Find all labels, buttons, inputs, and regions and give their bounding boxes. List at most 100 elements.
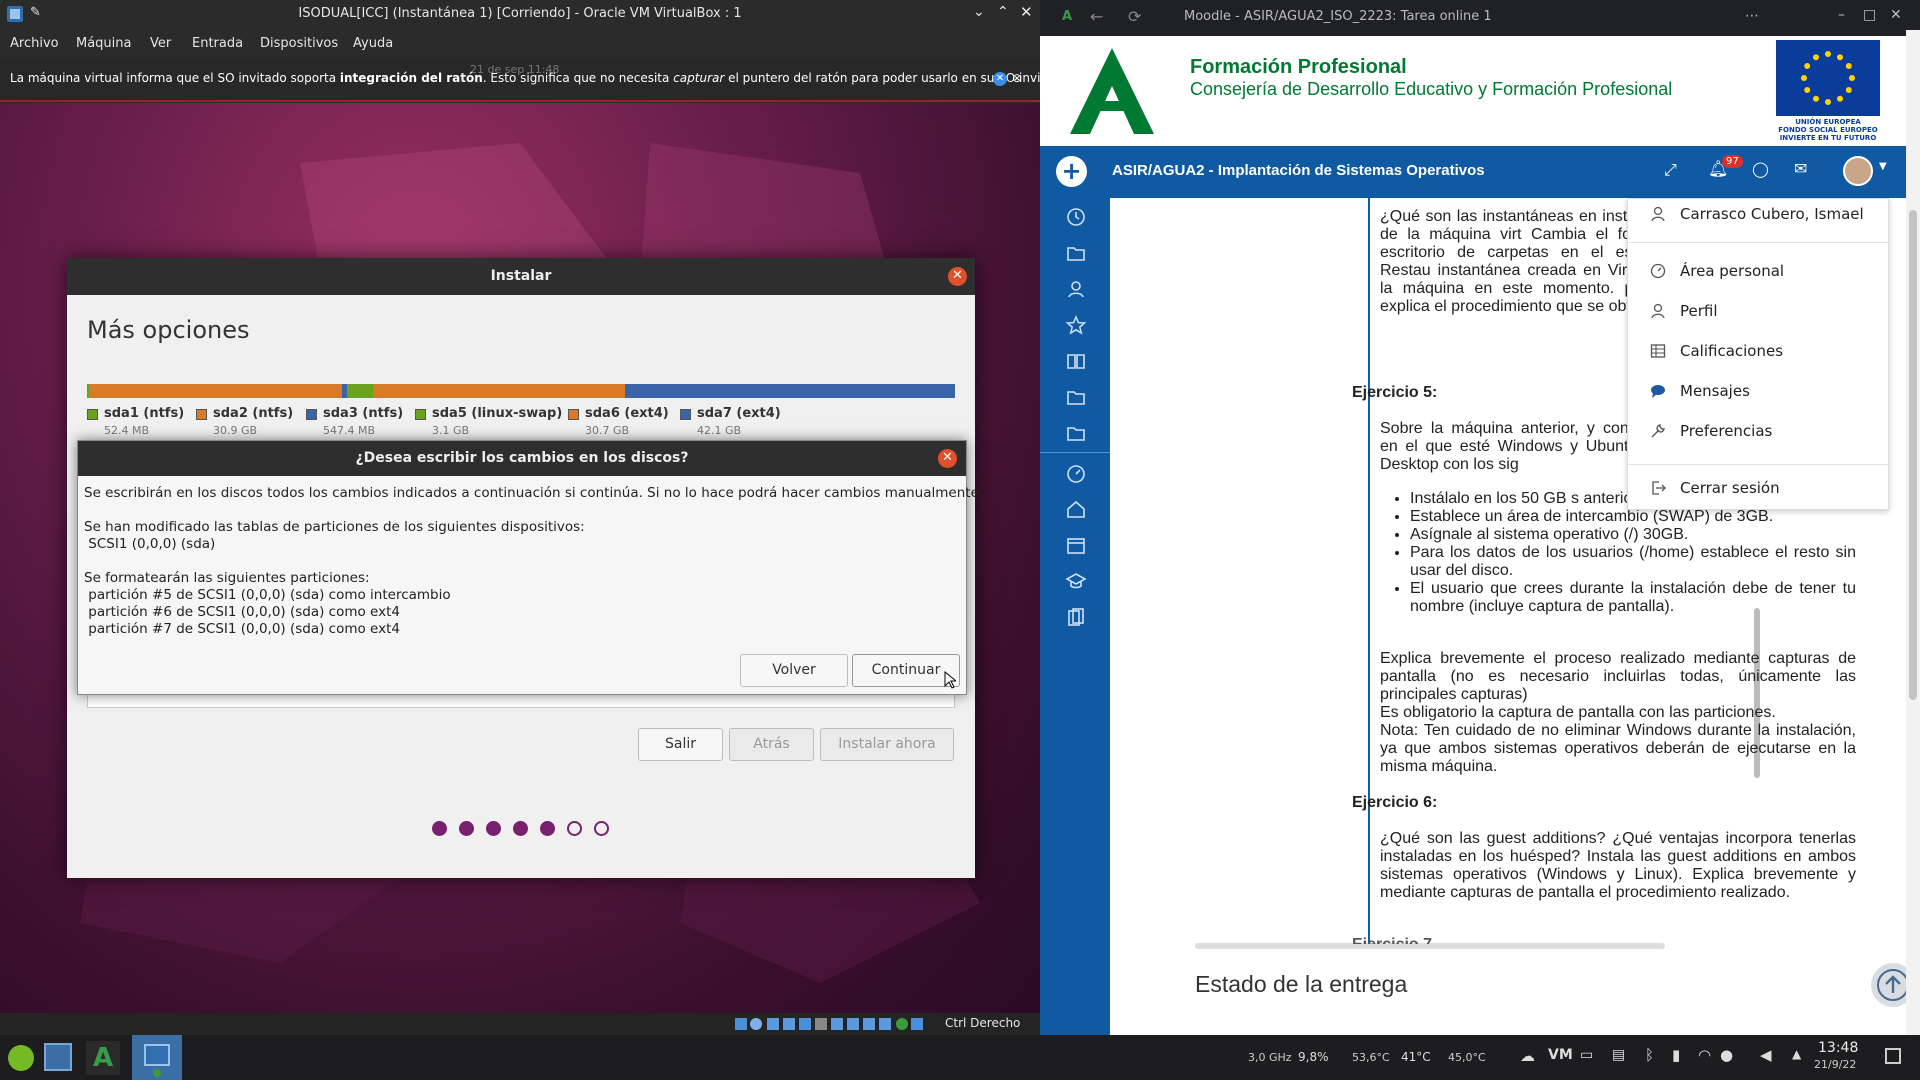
reload-icon[interactable]: ⟳: [1128, 7, 1141, 26]
clock-icon[interactable]: [1065, 206, 1087, 228]
course-navbar: + ASIR/AGUA2 - Implantación de Sistemas …: [1040, 146, 1920, 198]
vbox-device-icons: [735, 1017, 935, 1031]
graduation-cap-icon[interactable]: [1065, 570, 1087, 592]
gpu-temperature: 41°C: [1401, 1050, 1431, 1064]
menu-ayuda[interactable]: Ayuda: [353, 36, 393, 51]
terminal-icon[interactable]: ▭: [1580, 1047, 1593, 1063]
dashboard-icon: [1650, 263, 1666, 279]
virtualbox-task-icon[interactable]: [132, 1035, 182, 1080]
close-icon[interactable]: ✕: [1020, 3, 1033, 21]
wifi-icon[interactable]: ◠: [1698, 1046, 1711, 1064]
minimize-icon[interactable]: –: [1838, 7, 1845, 23]
calendar-icon[interactable]: [1065, 534, 1087, 556]
page-scrollbar-thumb[interactable]: [1909, 210, 1917, 700]
vbox-menubar: Archivo Máquina Ver Entrada Dispositivos…: [0, 28, 1040, 60]
eu-flag-logo: [1776, 40, 1880, 116]
list-item: Asígnale al sistema operativo (/) 30GB.: [1410, 526, 1856, 544]
users-icon[interactable]: [1065, 278, 1087, 300]
menu-item-perfil[interactable]: Perfil: [1628, 296, 1888, 326]
maximize-icon[interactable]: ⌃: [997, 4, 1009, 20]
quit-button[interactable]: Salir: [638, 728, 723, 761]
page-tab-title: Moodle - ASIR/AGUA2_ISO_2223: Tarea onli…: [1184, 9, 1492, 24]
notice-close-icon[interactable]: ⊗: [1012, 71, 1022, 85]
file-manager-icon[interactable]: [44, 1043, 72, 1071]
partition-bar: [87, 384, 955, 398]
exercise-6-text: ¿Qué son las guest additions? ¿Qué venta…: [1380, 830, 1856, 901]
page-title: Más opciones: [87, 316, 250, 344]
folder-icon[interactable]: [1065, 386, 1087, 408]
menu-ver[interactable]: Ver: [150, 36, 171, 51]
dashboard-icon[interactable]: [1065, 462, 1087, 484]
menu-divider: [1628, 242, 1888, 243]
menu-dispositivos[interactable]: Dispositivos: [260, 36, 338, 51]
eu-star: [1813, 95, 1819, 102]
junta-app-icon[interactable]: A: [86, 1041, 120, 1075]
progress-dot: [513, 821, 528, 836]
dialog-title: ¿Desea escribir los cambios en los disco…: [355, 450, 689, 466]
write-changes-dialog: ¿Desea escribir los cambios en los disco…: [77, 440, 983, 695]
mail-icon[interactable]: ✉: [1794, 159, 1807, 178]
menu-item-cerrar-sesion[interactable]: Cerrar sesión: [1628, 473, 1888, 503]
user-menu-dropdown: Carrasco Cubero, Ismael Área personal Pe…: [1627, 198, 1889, 510]
notice-info-icon[interactable]: ✕: [993, 72, 1007, 86]
volver-button[interactable]: Volver: [740, 654, 848, 687]
book-icon[interactable]: [1065, 350, 1087, 372]
add-icon[interactable]: +: [1056, 156, 1087, 187]
vm-icon[interactable]: VM: [1548, 1047, 1573, 1063]
partition-segment-sda6: [373, 384, 625, 398]
junta-banner: Formación Profesional Consejería de Desa…: [1040, 36, 1920, 146]
install-now-button[interactable]: Instalar ahora: [820, 728, 954, 761]
menu-entrada[interactable]: Entrada: [192, 36, 243, 51]
files-icon[interactable]: [1065, 606, 1087, 628]
user-name-item[interactable]: Carrasco Cubero, Ismael: [1628, 199, 1888, 229]
back-button[interactable]: Atrás: [729, 728, 814, 761]
eu-star: [1804, 87, 1811, 93]
avatar[interactable]: [1843, 156, 1873, 186]
menu-item-mensajes[interactable]: Mensajes: [1628, 376, 1888, 406]
microphone-icon[interactable]: ●: [1720, 1046, 1733, 1064]
battery-icon[interactable]: ▮: [1672, 1046, 1680, 1064]
menu-archivo[interactable]: Archivo: [10, 36, 59, 51]
opensuse-start-icon[interactable]: [8, 1045, 34, 1071]
close-icon[interactable]: ✕: [1890, 7, 1902, 23]
course-title[interactable]: ASIR/AGUA2 - Implantación de Sistemas Op…: [1112, 162, 1485, 179]
menu-item-calificaciones[interactable]: Calificaciones: [1628, 336, 1888, 366]
back-arrow-icon[interactable]: ←: [1090, 7, 1103, 26]
tray-expand-icon[interactable]: ▲: [1792, 1047, 1801, 1061]
mouse-integration-notice: 21 de sep 11:48 La máquina virtual infor…: [0, 60, 1067, 102]
menu-dots-icon[interactable]: ⋯: [1745, 8, 1759, 24]
eu-star: [1813, 54, 1819, 61]
list-item: Establece un área de intercambio (SWAP) …: [1410, 508, 1856, 526]
eu-star: [1845, 87, 1852, 93]
speaker-icon[interactable]: ◀: [1760, 1046, 1772, 1064]
show-desktop-icon[interactable]: [1885, 1048, 1901, 1064]
clipboard-icon[interactable]: ▤: [1612, 1047, 1625, 1063]
home-icon[interactable]: [1065, 498, 1087, 520]
cloud-icon[interactable]: ☁: [1520, 1047, 1535, 1065]
installer-titlebar: Instalar ✕: [67, 258, 975, 295]
cpu-frequency: 3,0 GHz: [1248, 1051, 1292, 1064]
dialog-close-icon[interactable]: ✕: [938, 449, 957, 468]
maximize-icon[interactable]: □: [1863, 7, 1876, 23]
virtualbox-window: ✎ ISODUAL[ICC] (Instantánea 1) [Corriend…: [0, 0, 1067, 1035]
notice-text: La máquina virtual informa que el SO inv…: [10, 71, 1068, 85]
eu-star: [1845, 63, 1852, 69]
folder-icon[interactable]: [1065, 242, 1087, 264]
eu-star: [1825, 99, 1831, 105]
fullscreen-icon[interactable]: ⤢: [1664, 160, 1677, 180]
menu-item-area-personal[interactable]: Área personal: [1628, 256, 1888, 286]
minimize-icon[interactable]: ⌄: [973, 4, 985, 20]
folder-icon[interactable]: [1065, 422, 1087, 444]
progress-dot: [594, 821, 609, 836]
menu-item-preferencias[interactable]: Preferencias: [1628, 416, 1888, 446]
section-heading: Estado de la entrega: [1195, 971, 1408, 997]
bluetooth-icon[interactable]: ᛒ: [1645, 1046, 1654, 1064]
chevron-down-icon[interactable]: ▼: [1879, 161, 1887, 172]
vbox-titlebar: ✎ ISODUAL[ICC] (Instantánea 1) [Corriend…: [0, 0, 1040, 28]
exercise-5-mandatory: Es obligatorio la captura de pantalla co…: [1380, 704, 1776, 721]
star-icon[interactable]: [1065, 314, 1087, 336]
installer-close-icon[interactable]: ✕: [948, 267, 967, 286]
page-scrollbar-track[interactable]: [1906, 30, 1920, 1035]
menu-maquina[interactable]: Máquina: [76, 36, 132, 51]
chat-icon[interactable]: ◯: [1752, 160, 1769, 178]
